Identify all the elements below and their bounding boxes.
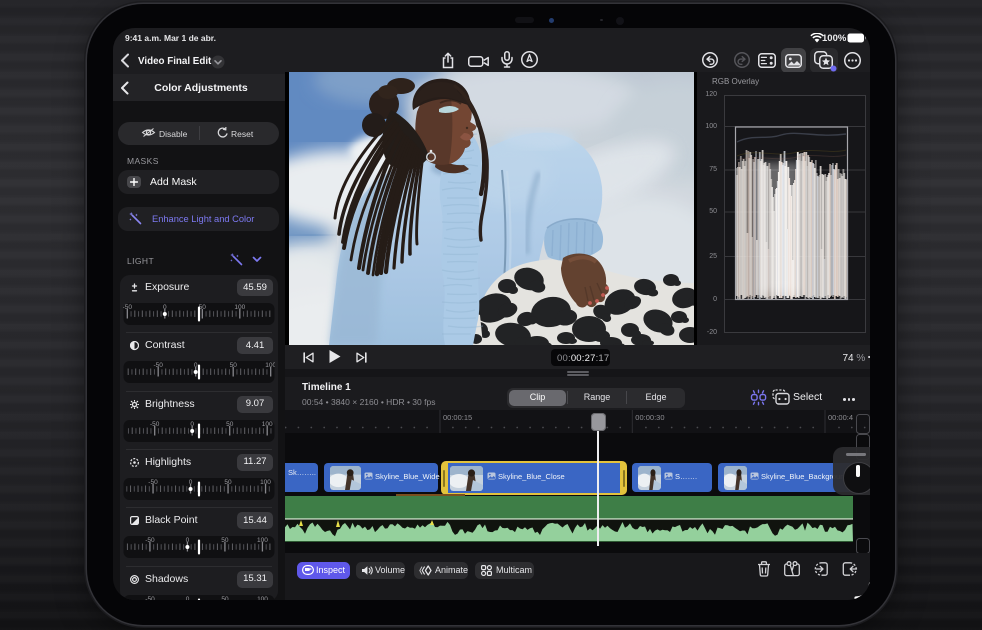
svg-text:100: 100 (234, 304, 245, 311)
svg-text:0: 0 (186, 596, 190, 600)
svg-text:50: 50 (221, 596, 229, 600)
svg-text:0: 0 (186, 537, 190, 544)
svg-text:-50: -50 (145, 537, 155, 544)
svg-text:-50: -50 (145, 596, 155, 600)
svg-text:0: 0 (163, 304, 167, 311)
svg-text:-50: -50 (123, 304, 132, 311)
svg-text:50: 50 (226, 421, 234, 428)
svg-text:0: 0 (190, 421, 194, 428)
svg-text:0: 0 (189, 479, 193, 486)
svg-text:100: 100 (257, 596, 268, 600)
svg-text:100: 100 (262, 421, 273, 428)
svg-text:-50: -50 (148, 479, 158, 486)
svg-text:50: 50 (221, 537, 229, 544)
svg-text:50: 50 (224, 479, 232, 486)
svg-text:-50: -50 (153, 362, 163, 369)
svg-text:100: 100 (260, 479, 271, 486)
svg-text:0: 0 (194, 362, 198, 369)
svg-text:100: 100 (265, 362, 275, 369)
svg-text:100: 100 (257, 537, 268, 544)
svg-text:-50: -50 (150, 421, 160, 428)
svg-text:50: 50 (230, 362, 238, 369)
